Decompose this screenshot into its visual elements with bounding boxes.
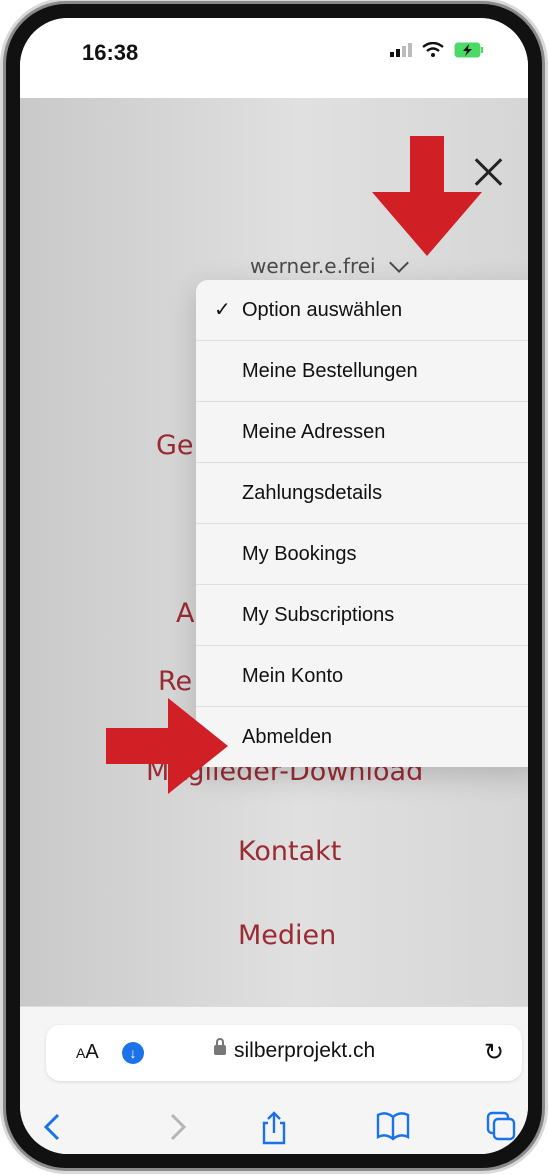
option-my-subscriptions[interactable]: My Subscriptions (196, 585, 528, 646)
annotation-arrow-right (106, 698, 228, 794)
annotation-arrow-down (372, 136, 482, 256)
option-label: Mein Konto (242, 665, 344, 687)
option-label: Zahlungsdetails (242, 482, 383, 504)
screen: 16:38 werner.e.frei Ge A Re Mitglieder-D… (20, 18, 528, 1154)
option-abmelden[interactable]: Abmelden (196, 707, 528, 767)
account-dropdown: ✓ Option auswählen Meine Bestellungen Mei… (196, 280, 528, 767)
option-meine-adressen[interactable]: Meine Adressen (196, 402, 528, 463)
nav-item-partial-3[interactable]: Re (158, 666, 192, 697)
signal-icon (390, 43, 412, 57)
status-bar: 16:38 (20, 18, 528, 98)
browser-toolbar: AA ↓ silberprojekt.ch ↻ (20, 1006, 528, 1154)
battery-charging-icon (454, 42, 483, 58)
wifi-icon (422, 42, 444, 57)
option-auswaehlen[interactable]: ✓ Option auswählen (196, 280, 528, 341)
share-icon[interactable] (260, 1111, 288, 1145)
text-size-button[interactable]: AA (76, 1041, 99, 1064)
nav-item-kontakt[interactable]: Kontakt (238, 836, 341, 867)
option-label: Option auswählen (242, 299, 403, 321)
option-label: Abmelden (242, 726, 333, 748)
phone-frame: 16:38 werner.e.frei Ge A Re Mitglieder-D… (6, 4, 542, 1168)
nav-item-partial-1[interactable]: Ge (156, 430, 194, 461)
option-label: Meine Bestellungen (242, 360, 418, 382)
nav-item-partial-2[interactable]: A (176, 598, 194, 629)
forward-icon[interactable] (168, 1111, 188, 1143)
address-bar[interactable]: AA ↓ silberprojekt.ch ↻ (46, 1025, 522, 1081)
status-icons (390, 42, 484, 58)
account-selector[interactable]: werner.e.frei (250, 253, 409, 278)
checkmark-icon: ✓ (214, 299, 231, 321)
download-icon[interactable]: ↓ (122, 1042, 144, 1064)
option-mein-konto[interactable]: Mein Konto (196, 646, 528, 707)
option-label: My Subscriptions (242, 604, 395, 626)
username: werner.e.frei (250, 254, 376, 278)
chevron-down-icon (388, 253, 409, 273)
reload-icon[interactable]: ↻ (484, 1038, 504, 1067)
option-meine-bestellungen[interactable]: Meine Bestellungen (196, 341, 528, 402)
back-icon[interactable] (42, 1111, 62, 1143)
bookmarks-icon[interactable] (376, 1111, 410, 1141)
url-text: silberprojekt.ch (234, 1039, 376, 1062)
option-my-bookings[interactable]: My Bookings (196, 524, 528, 585)
status-time: 16:38 (82, 40, 139, 65)
lock-icon (214, 1038, 226, 1055)
option-zahlungsdetails[interactable]: Zahlungsdetails (196, 463, 528, 524)
nav-item-medien[interactable]: Medien (238, 920, 336, 951)
option-label: Meine Adressen (242, 421, 386, 443)
tabs-icon[interactable] (486, 1111, 516, 1141)
browser-nav (20, 1111, 528, 1151)
option-label: My Bookings (242, 543, 357, 565)
